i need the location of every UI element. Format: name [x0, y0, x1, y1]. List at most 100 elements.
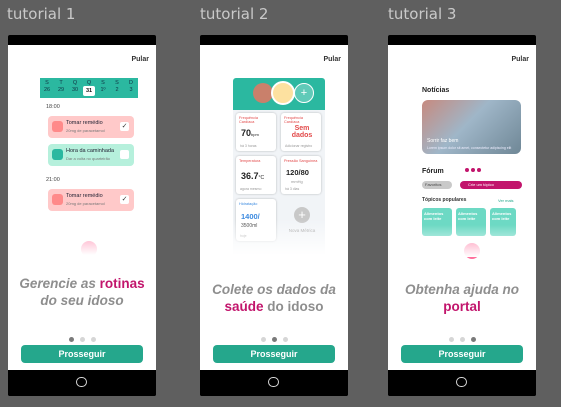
routine-title: Tomar remédio [66, 193, 103, 199]
home-icon[interactable] [76, 377, 87, 387]
checkbox-icon[interactable] [120, 150, 129, 159]
dot [260, 337, 266, 342]
phone-tutorial-2: Pular + Frequência Cardíaca 70bpm há 3 h… [200, 35, 348, 396]
news-caption: Sorrir faz bem [427, 138, 459, 144]
news-subtitle: Lorem ipsum dolor sit amet, consectetur … [427, 146, 512, 150]
fade-overlay [418, 225, 522, 257]
dot [90, 337, 96, 342]
metric-label: Frequência Cardíaca [239, 116, 258, 124]
weekday: S [115, 80, 119, 86]
metric-note: há 3 horas [240, 144, 257, 148]
see-more-link[interactable]: Ver mais [498, 198, 514, 203]
routine-card[interactable]: Hora da caminhada Dar a volta no quartei… [48, 144, 134, 166]
continue-button[interactable]: Prosseguir [401, 345, 523, 363]
fade-overlay [40, 219, 138, 255]
screen-tutorial-3: Pular Notícias Sorrir faz bem Lorem ipsu… [388, 45, 536, 370]
health-illustration: + Frequência Cardíaca 70bpm há 3 horas F… [230, 78, 330, 255]
screen-tutorial-2: Pular + Frequência Cardíaca 70bpm há 3 h… [200, 45, 348, 370]
headline: Colete os dados da saúde do idoso [212, 282, 336, 314]
day[interactable]: 29 [55, 87, 67, 93]
frame-label-tutorial-3: tutorial 3 [388, 5, 457, 23]
metric-label: Pressão Sanguínea [284, 159, 318, 163]
continue-button[interactable]: Prosseguir [21, 345, 143, 363]
nav-bar [388, 370, 536, 396]
routine-subtitle: Dar a volta no quarteirão [66, 156, 111, 161]
check-icon[interactable]: ✓ [120, 195, 129, 204]
news-title: Notícias [422, 87, 450, 94]
dot [470, 337, 476, 342]
metric-label: Hidratação [239, 202, 258, 206]
skip-button[interactable]: Pular [323, 56, 341, 63]
avatar-selected[interactable] [271, 81, 295, 105]
metric-tile[interactable]: Pressão Sanguínea 120/80 mmHg há 3 dias [281, 156, 321, 194]
screen-tutorial-1: Pular S T Q Q S S D 26 29 30 31 1º 2 3 1… [8, 45, 156, 370]
nav-bar [200, 370, 348, 396]
metric-tile[interactable]: Temperatura 36.7°C agora mesmo [236, 156, 276, 194]
dot [79, 337, 85, 342]
dot [459, 337, 465, 342]
metric-tile[interactable]: Frequência Cardíaca 70bpm há 3 horas [236, 113, 276, 151]
add-profile-icon[interactable]: + [294, 83, 314, 103]
routine-subtitle: 20mg de paracetamol [66, 201, 105, 206]
metric-unit: mmHg [291, 179, 303, 184]
avatar[interactable] [253, 83, 273, 103]
day-selected[interactable]: 31 [83, 86, 95, 96]
routine-title: Tomar remédio [66, 120, 103, 126]
weekday: S [45, 80, 49, 86]
metric-value: 120/80 [286, 168, 309, 177]
popular-topics-title: Tópicos populares [422, 197, 467, 203]
metric-note: agora mesmo [240, 187, 262, 191]
dot [271, 337, 277, 342]
phone-tutorial-1: Pular S T Q Q S S D 26 29 30 31 1º 2 3 1… [8, 35, 156, 396]
weekday: S [101, 80, 105, 86]
continue-button[interactable]: Prosseguir [213, 345, 335, 363]
dot [282, 337, 288, 342]
carousel-indicator [464, 159, 482, 177]
forum-title: Fórum [422, 168, 444, 175]
headline: Gerencie as rotinas do seu idoso [19, 276, 145, 308]
frame-label-tutorial-1: tutorial 1 [7, 5, 76, 23]
create-topic-button[interactable]: Crie um tópico [460, 181, 522, 189]
news-card[interactable]: Sorrir faz bem Lorem ipsum dolor sit ame… [422, 100, 521, 154]
pill-icon [52, 121, 63, 132]
metric-value: 36.7°C [241, 171, 265, 181]
headline: Obtenha ajuda no portal [404, 282, 519, 314]
day[interactable]: 3 [125, 87, 137, 93]
nav-bar [8, 370, 156, 396]
metric-value: Sem dados [291, 125, 313, 139]
pill-icon [52, 194, 63, 205]
metric-label: Frequência Cardíaca [284, 116, 303, 124]
favorites-chip[interactable]: Favoritos [422, 181, 452, 189]
profile-header: + [233, 78, 325, 110]
home-icon[interactable] [456, 377, 467, 387]
routine-card[interactable]: Tomar remédio 20mg de paracetamol ✓ [48, 116, 134, 138]
day[interactable]: 30 [69, 87, 81, 93]
week-calendar: S T Q Q S S D 26 29 30 31 1º 2 3 [40, 78, 138, 98]
dot [448, 337, 454, 342]
time-label: 18:00 [46, 104, 60, 110]
frame-label-tutorial-2: tutorial 2 [200, 5, 269, 23]
dot [68, 337, 74, 342]
phone-tutorial-3: Pular Notícias Sorrir faz bem Lorem ipsu… [388, 35, 536, 396]
time-label: 21:00 [46, 177, 60, 183]
metric-note: há 3 dias [285, 187, 300, 191]
routine-subtitle: 20mg de paracetamol [66, 128, 105, 133]
routine-illustration: S T Q Q S S D 26 29 30 31 1º 2 3 18:00 T… [40, 78, 138, 255]
metric-tile[interactable]: Frequência Cardíaca Sem dados Adicionar … [281, 113, 321, 151]
day[interactable]: 1º [97, 87, 109, 93]
routine-card[interactable]: Tomar remédio 20mg de paracetamol ✓ [48, 189, 134, 211]
skip-button[interactable]: Pular [511, 56, 529, 63]
metric-value: 70bpm [241, 128, 259, 138]
fade-overlay [230, 219, 330, 255]
walk-icon [52, 149, 63, 160]
metric-label: Temperatura [239, 159, 261, 163]
skip-button[interactable]: Pular [131, 56, 149, 63]
day[interactable]: 26 [41, 87, 53, 93]
routine-title: Hora da caminhada [66, 148, 115, 154]
check-icon[interactable]: ✓ [120, 122, 129, 131]
day[interactable]: 2 [111, 87, 123, 93]
weekday: Q [72, 80, 78, 86]
weekday: T [59, 80, 63, 86]
home-icon[interactable] [268, 377, 279, 387]
metric-note: Adicionar registro [285, 144, 313, 148]
